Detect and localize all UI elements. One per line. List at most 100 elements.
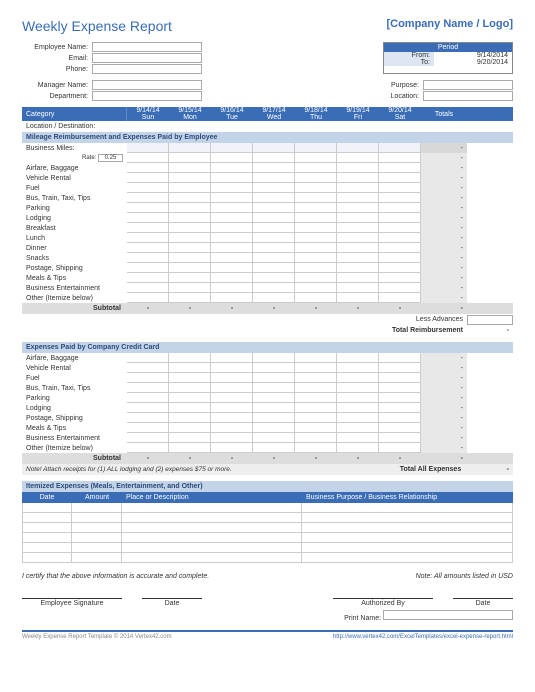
expense-cell[interactable] [211, 243, 253, 253]
expense-cell[interactable] [295, 433, 337, 443]
itemized-cell[interactable] [302, 523, 513, 533]
employee-signature[interactable]: Employee Signature [22, 598, 122, 607]
expense-cell[interactable] [127, 223, 169, 233]
expense-cell[interactable] [379, 373, 421, 383]
expense-cell[interactable] [169, 263, 211, 273]
expense-cell[interactable] [127, 423, 169, 433]
expense-cell[interactable] [379, 223, 421, 233]
expense-cell[interactable] [337, 283, 379, 293]
expense-cell[interactable] [127, 243, 169, 253]
expense-cell[interactable] [127, 163, 169, 173]
expense-cell[interactable] [253, 423, 295, 433]
expense-cell[interactable] [379, 413, 421, 423]
expense-cell[interactable] [295, 253, 337, 263]
expense-cell[interactable] [337, 403, 379, 413]
itemized-cell[interactable] [302, 503, 513, 513]
expense-cell[interactable] [379, 163, 421, 173]
expense-cell[interactable] [379, 393, 421, 403]
itemized-cell[interactable] [302, 543, 513, 553]
expense-cell[interactable] [295, 263, 337, 273]
expense-cell[interactable] [295, 373, 337, 383]
expense-cell[interactable] [379, 243, 421, 253]
expense-cell[interactable] [127, 233, 169, 243]
expense-cell[interactable] [253, 213, 295, 223]
expense-cell[interactable] [253, 163, 295, 173]
expense-cell[interactable] [295, 193, 337, 203]
expense-cell[interactable] [337, 213, 379, 223]
expense-cell[interactable] [295, 283, 337, 293]
itemized-cell[interactable] [72, 523, 122, 533]
rate-value[interactable]: 0.25 [98, 154, 123, 162]
expense-cell[interactable] [253, 353, 295, 363]
expense-cell[interactable] [211, 413, 253, 423]
expense-cell[interactable] [295, 423, 337, 433]
expense-cell[interactable] [253, 243, 295, 253]
expense-cell[interactable] [169, 273, 211, 283]
itemized-cell[interactable] [22, 513, 72, 523]
expense-cell[interactable] [211, 393, 253, 403]
itemized-cell[interactable] [72, 553, 122, 563]
expense-cell[interactable] [127, 383, 169, 393]
expense-cell[interactable] [169, 203, 211, 213]
expense-cell[interactable] [211, 163, 253, 173]
expense-cell[interactable] [379, 193, 421, 203]
expense-cell[interactable] [169, 233, 211, 243]
expense-cell[interactable] [295, 443, 337, 453]
expense-cell[interactable] [379, 203, 421, 213]
expense-cell[interactable] [337, 393, 379, 403]
expense-cell[interactable] [127, 363, 169, 373]
expense-cell[interactable] [253, 373, 295, 383]
auth-date[interactable]: Date [453, 598, 513, 607]
expense-cell[interactable] [379, 433, 421, 443]
expense-cell[interactable] [337, 363, 379, 373]
expense-cell[interactable] [211, 353, 253, 363]
expense-cell[interactable] [211, 443, 253, 453]
expense-cell[interactable] [295, 243, 337, 253]
expense-cell[interactable] [169, 363, 211, 373]
print-name-input[interactable] [383, 610, 513, 620]
expense-cell[interactable] [127, 273, 169, 283]
expense-cell[interactable] [127, 403, 169, 413]
expense-cell[interactable] [337, 163, 379, 173]
expense-cell[interactable] [295, 363, 337, 373]
meta-input[interactable] [92, 64, 202, 74]
itemized-cell[interactable] [72, 533, 122, 543]
expense-cell[interactable] [253, 443, 295, 453]
expense-cell[interactable] [337, 443, 379, 453]
itemized-cell[interactable] [22, 503, 72, 513]
meta-input[interactable] [92, 80, 202, 90]
expense-cell[interactable] [169, 193, 211, 203]
itemized-cell[interactable] [72, 543, 122, 553]
expense-cell[interactable] [169, 413, 211, 423]
expense-cell[interactable] [295, 183, 337, 193]
expense-cell[interactable] [211, 423, 253, 433]
expense-cell[interactable] [379, 183, 421, 193]
employee-sig-date[interactable]: Date [142, 598, 202, 607]
expense-cell[interactable] [127, 353, 169, 363]
expense-cell[interactable] [253, 273, 295, 283]
expense-cell[interactable] [337, 293, 379, 303]
expense-cell[interactable] [127, 203, 169, 213]
expense-cell[interactable] [379, 443, 421, 453]
expense-cell[interactable] [379, 173, 421, 183]
expense-cell[interactable] [253, 393, 295, 403]
expense-cell[interactable] [337, 413, 379, 423]
expense-cell[interactable] [169, 183, 211, 193]
expense-cell[interactable] [169, 443, 211, 453]
expense-cell[interactable] [169, 283, 211, 293]
expense-cell[interactable] [379, 403, 421, 413]
expense-cell[interactable] [253, 383, 295, 393]
expense-cell[interactable] [169, 253, 211, 263]
expense-cell[interactable] [211, 383, 253, 393]
itemized-cell[interactable] [122, 513, 302, 523]
expense-cell[interactable] [295, 173, 337, 183]
expense-cell[interactable] [295, 393, 337, 403]
expense-cell[interactable] [211, 403, 253, 413]
expense-cell[interactable] [379, 263, 421, 273]
expense-cell[interactable] [211, 203, 253, 213]
expense-cell[interactable] [379, 273, 421, 283]
expense-cell[interactable] [253, 223, 295, 233]
expense-cell[interactable] [211, 293, 253, 303]
expense-cell[interactable] [253, 193, 295, 203]
expense-cell[interactable] [379, 213, 421, 223]
